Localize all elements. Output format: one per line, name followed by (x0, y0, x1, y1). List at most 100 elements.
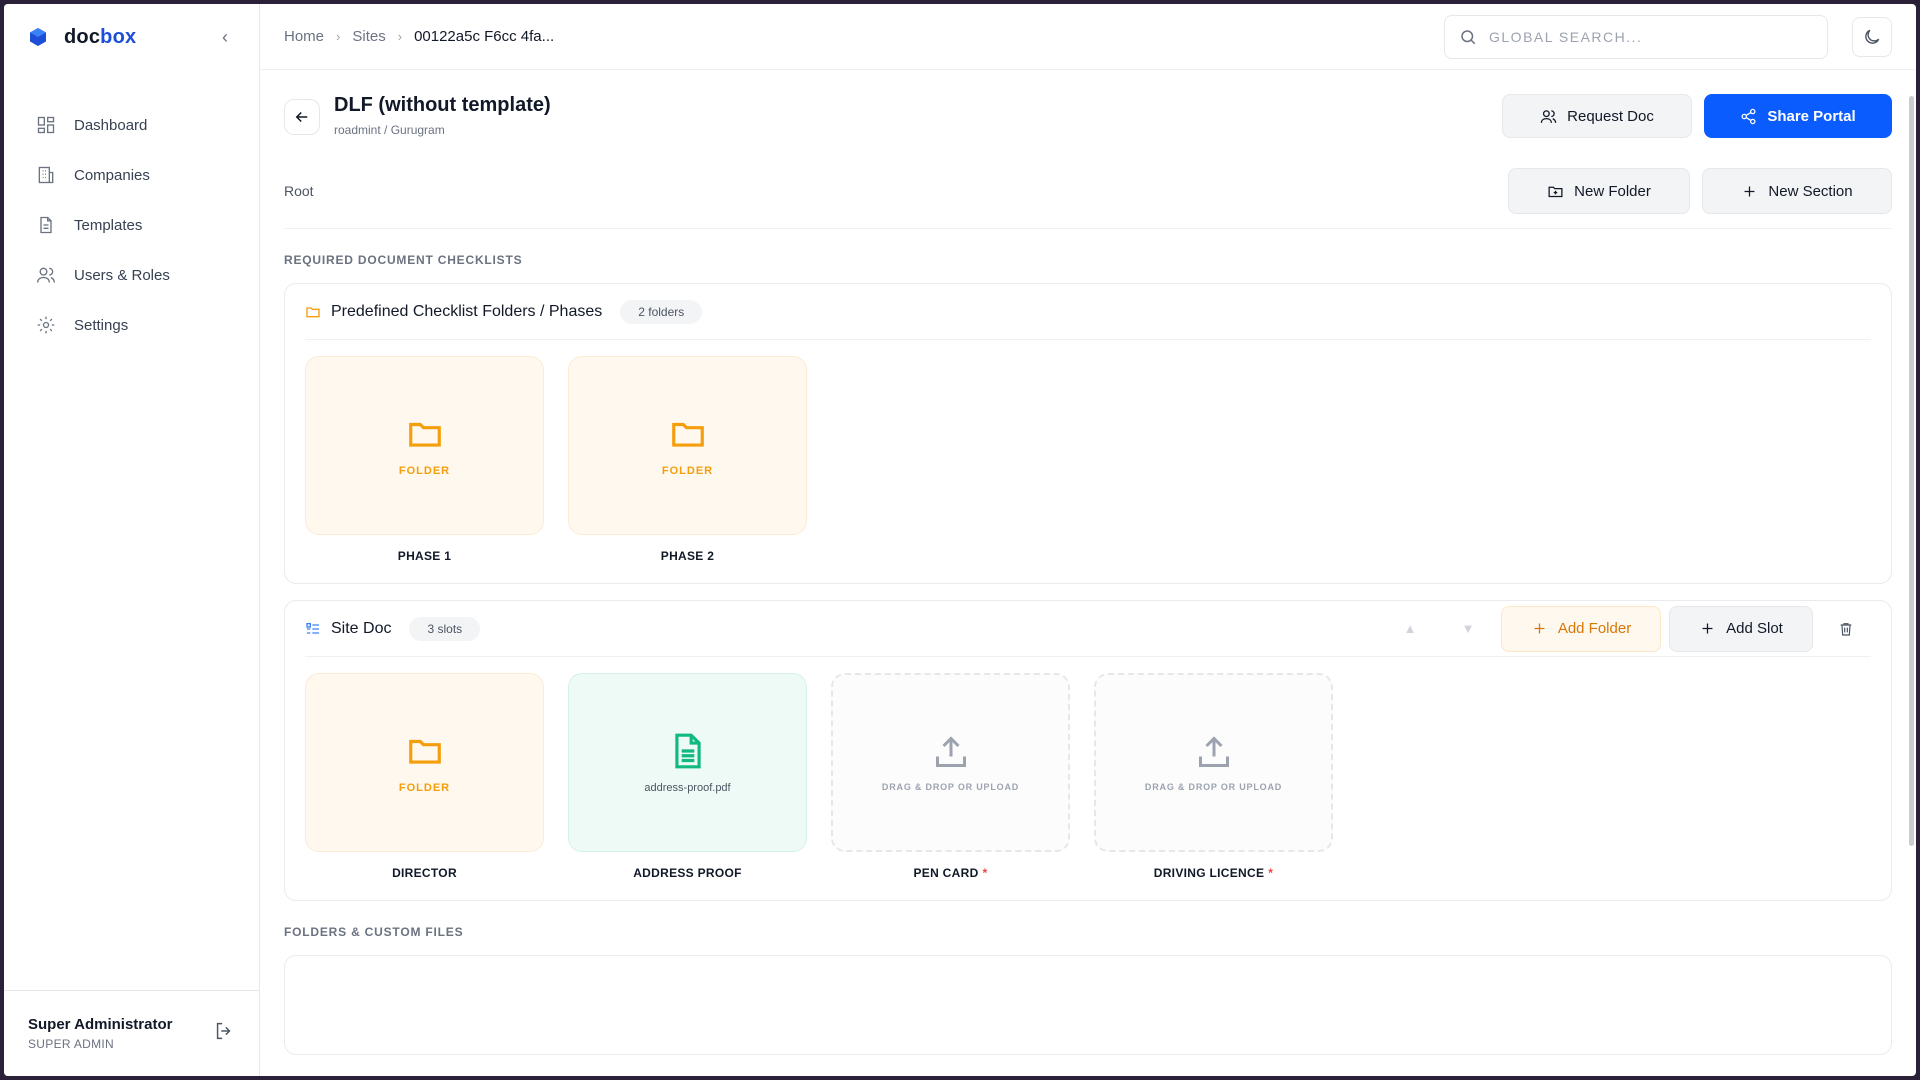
logout-icon (216, 1022, 231, 1040)
title-text: DLF (without template) roadmint / Gurugr… (334, 94, 551, 137)
new-folder-button[interactable]: New Folder (1508, 168, 1690, 214)
folder-path-row: Root New Folder New Section (284, 168, 1892, 229)
delete-section-button[interactable] (1821, 621, 1871, 637)
card-title: Predefined Checklist Folders / Phases (331, 302, 603, 320)
tile-label: DIRECTOR (392, 866, 457, 880)
theme-toggle-button[interactable] (1852, 16, 1892, 57)
page-subtitle: roadmint / Gurugram (334, 123, 445, 137)
custom-files-heading: FOLDERS & CUSTOM FILES (284, 925, 464, 939)
brand[interactable]: docbox (28, 26, 136, 49)
tile-label: PEN CARD (913, 866, 979, 880)
main-area: Home › Sites › 00122a5c F6cc 4fa... GLOB… (260, 4, 1916, 1076)
predefined-checklist-card: Predefined Checklist Folders / Phases 2 … (284, 283, 1892, 584)
folder-icon (306, 306, 320, 317)
upload-dropzone[interactable]: DRAG & DROP OR UPLOAD (1094, 673, 1333, 852)
cube-logo-icon (30, 28, 46, 46)
folder-tile[interactable]: FOLDER (568, 356, 807, 535)
sidebar-item-settings[interactable]: Settings (4, 300, 259, 350)
add-slot-label: Add Slot (1726, 620, 1783, 637)
arrow-left-icon (295, 111, 308, 122)
plus-icon (1534, 623, 1545, 634)
user-name: Super Administrator (28, 1016, 173, 1033)
sidebar-item-label: Settings (74, 316, 129, 334)
upload-icon (1198, 735, 1229, 767)
custom-files-panel (284, 955, 1892, 1055)
tile-caption: FOLDER (661, 464, 714, 477)
upload-hint: DRAG & DROP OR UPLOAD (1144, 781, 1283, 792)
user-role: SUPER ADMIN (28, 1037, 114, 1051)
move-down-button[interactable]: ▼ (1443, 621, 1493, 636)
slot-item-pen-card: DRAG & DROP OR UPLOAD PEN CARD * (831, 673, 1070, 880)
scrollbar[interactable] (1909, 96, 1914, 846)
sidebar-item-label: Users & Roles (74, 266, 170, 284)
breadcrumb-home[interactable]: Home (284, 28, 324, 45)
checklist-icon (306, 622, 319, 634)
plus-icon (1744, 186, 1755, 196)
file-text-icon (674, 733, 701, 768)
search-input[interactable] (1489, 28, 1809, 45)
tile-label-group: PEN CARD * (913, 866, 987, 880)
section-controls: ▲ ▼ Add Folder Add Slot (1385, 605, 1871, 652)
folder-item-phase-1: FOLDER PHASE 1 (305, 356, 544, 563)
tile-caption: FOLDER (398, 464, 451, 477)
chevron-left-icon: ‹ (222, 26, 228, 47)
required-marker: * (1268, 866, 1274, 880)
move-up-button[interactable]: ▲ (1385, 621, 1435, 636)
document-icon (40, 216, 52, 234)
page-content: DLF (without template) roadmint / Gurugr… (260, 70, 1916, 1055)
tile-grid: FOLDER PHASE 1 FOLDER PHASE 2 (305, 340, 1871, 583)
breadcrumb-current: 00122a5c F6cc 4fa... (414, 28, 555, 45)
sidebar-item-templates[interactable]: Templates (4, 200, 259, 250)
collapse-sidebar-button[interactable]: ‹ (215, 27, 235, 48)
header-actions: Request Doc Share Portal (1502, 94, 1892, 138)
sidebar-item-dashboard[interactable]: Dashboard (4, 100, 259, 150)
chevron-right-icon: › (336, 29, 341, 44)
file-tile[interactable]: address-proof.pdf (568, 673, 807, 852)
new-section-button[interactable]: New Section (1702, 168, 1892, 214)
card-header: Site Doc 3 slots ▲ ▼ Add Folder Add Slot (305, 601, 1871, 657)
folder-item-phase-2: FOLDER PHASE 2 (568, 356, 807, 563)
site-doc-card: Site Doc 3 slots ▲ ▼ Add Folder Add Slot (284, 600, 1892, 901)
grid-icon (37, 116, 55, 134)
folder-plus-icon (1548, 186, 1563, 197)
moon-icon (1865, 29, 1880, 44)
sidebar-item-users-roles[interactable]: Users & Roles (4, 250, 259, 300)
gear-icon (37, 316, 55, 334)
sidebar-nav: Dashboard Companies Templates Users & Ro… (4, 70, 259, 350)
back-button[interactable] (284, 98, 320, 135)
upload-dropzone[interactable]: DRAG & DROP OR UPLOAD (831, 673, 1070, 852)
logout-button[interactable] (213, 1020, 235, 1047)
share-portal-label: Share Portal (1767, 107, 1856, 125)
app-name-part1: doc (64, 25, 101, 48)
brand-bar: docbox ‹ (4, 4, 259, 70)
root-breadcrumb[interactable]: Root (284, 183, 314, 199)
add-folder-button[interactable]: Add Folder (1501, 605, 1661, 652)
sidebar-item-label: Templates (74, 216, 143, 234)
chevron-right-icon: › (397, 29, 403, 44)
card-title-group: Site Doc 3 slots (305, 616, 481, 641)
plus-icon (1702, 623, 1713, 634)
app-window: docbox ‹ Dashboard Companies Templates U… (4, 4, 1916, 1076)
folder-icon (408, 422, 441, 447)
breadcrumb: Home › Sites › 00122a5c F6cc 4fa... (284, 28, 554, 45)
breadcrumb-sites[interactable]: Sites (352, 28, 385, 45)
request-doc-label: Request Doc (1567, 107, 1654, 125)
request-doc-button[interactable]: Request Doc (1502, 94, 1692, 138)
topbar: Home › Sites › 00122a5c F6cc 4fa... (260, 4, 1916, 70)
app-name: docbox (64, 26, 136, 49)
add-slot-button[interactable]: Add Slot (1669, 605, 1813, 652)
folder-tile[interactable]: FOLDER (305, 673, 544, 852)
users-icon (37, 267, 55, 283)
app-name-part2: box (100, 25, 137, 48)
folder-tile[interactable]: FOLDER (305, 356, 544, 535)
upload-hint: DRAG & DROP OR UPLOAD (881, 781, 1020, 792)
card-header: Predefined Checklist Folders / Phases 2 … (305, 284, 1871, 340)
sidebar-item-companies[interactable]: Companies (4, 150, 259, 200)
sidebar-item-label: Companies (74, 166, 150, 184)
file-name: address-proof.pdf (644, 781, 731, 794)
user-info: Super Administrator SUPER ADMIN (28, 1016, 172, 1051)
topbar-right (1444, 14, 1892, 59)
sidebar-item-label: Dashboard (74, 116, 148, 134)
slot-item-address-proof: address-proof.pdf ADDRESS PROOF (568, 673, 807, 880)
share-portal-button[interactable]: Share Portal (1704, 94, 1892, 138)
